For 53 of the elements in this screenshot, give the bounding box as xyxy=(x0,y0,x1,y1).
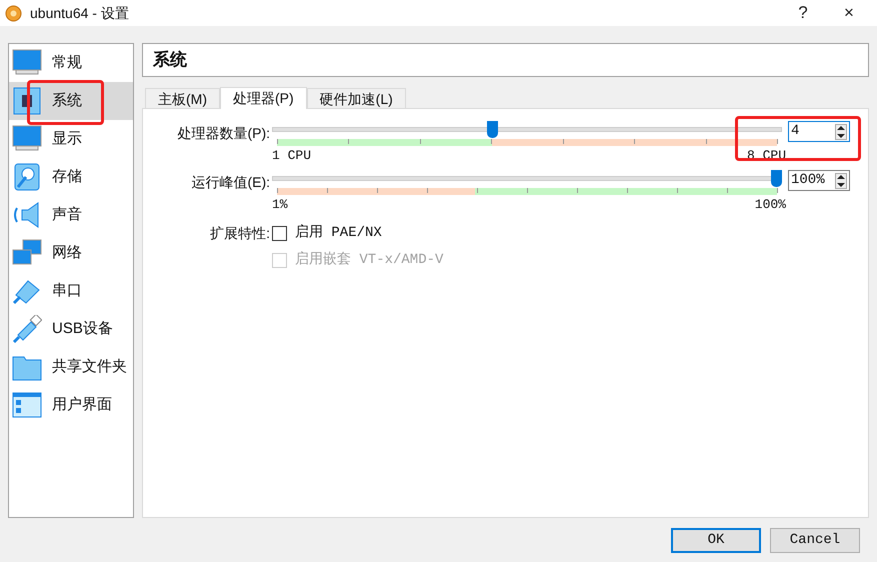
spin-value: 4 xyxy=(791,122,800,141)
spin-arrows-icon xyxy=(835,124,847,140)
tab[interactable]: 处理器(P) xyxy=(220,87,307,109)
spin-arrows-icon xyxy=(835,172,847,188)
section-title: 系统 xyxy=(153,49,187,72)
sidebar-label: 用户界面 xyxy=(52,394,112,415)
sidebar-label: 存储 xyxy=(52,166,82,187)
slider-track[interactable] xyxy=(272,170,782,187)
sidebar-label: USB设备 xyxy=(52,318,113,339)
sidebar-item[interactable]: 存储 xyxy=(9,158,133,196)
sidebar-item[interactable]: 用户界面 xyxy=(9,386,133,424)
sidebar-label: 显示 xyxy=(52,128,82,149)
network-icon xyxy=(12,239,42,267)
sidebar-item[interactable]: 网络 xyxy=(9,234,133,272)
sidebar-label: 网络 xyxy=(52,242,82,263)
sidebar-item[interactable]: 系统 xyxy=(9,82,133,120)
sidebar-label: 系统 xyxy=(52,90,82,111)
spin-box[interactable]: 4 xyxy=(788,121,850,142)
window-icon xyxy=(12,391,42,419)
window-title: ubuntu64 - 设置 xyxy=(30,4,129,22)
spin-box[interactable]: 100% xyxy=(788,170,850,191)
monitor-icon xyxy=(12,49,42,77)
monitor-icon xyxy=(12,125,42,153)
sidebar-label: 共享文件夹 xyxy=(52,356,127,377)
sidebar-item[interactable]: 常规 xyxy=(9,44,133,82)
slider-label: 处理器数量(P): xyxy=(176,124,270,143)
close-button[interactable]: × xyxy=(826,0,872,26)
slider-thumb[interactable] xyxy=(486,121,498,138)
ok-button[interactable]: OK xyxy=(671,528,761,553)
checkbox-option[interactable]: 启用 PAE/NX xyxy=(272,223,444,244)
spin-value: 100% xyxy=(791,171,825,190)
sidebar-label: 声音 xyxy=(52,204,82,225)
max-label: 100% xyxy=(754,197,786,213)
sidebar-item[interactable]: 显示 xyxy=(9,120,133,158)
sidebar-item[interactable]: 串口 xyxy=(9,272,133,310)
extended-label: 扩展特性: xyxy=(209,224,270,243)
min-label: 1 CPU xyxy=(272,148,312,164)
sidebar-item[interactable]: USB设备 xyxy=(9,310,133,348)
sidebar-label: 串口 xyxy=(52,280,82,301)
slider-label: 运行峰值(E): xyxy=(190,173,270,192)
usb-icon xyxy=(12,315,42,343)
min-label: 1% xyxy=(272,197,288,213)
slider-thumb[interactable] xyxy=(771,170,782,187)
sidebar-item[interactable]: 声音 xyxy=(9,196,133,234)
gear-icon xyxy=(5,4,22,22)
checkbox[interactable] xyxy=(272,226,287,241)
sidebar-item[interactable]: 共享文件夹 xyxy=(9,348,133,386)
slider-track[interactable] xyxy=(272,121,782,138)
help-button[interactable]: ? xyxy=(780,0,826,26)
sidebar-label: 常规 xyxy=(52,52,82,73)
tab[interactable]: 主板(M) xyxy=(145,88,220,108)
cancel-button[interactable]: Cancel xyxy=(770,528,860,553)
tab[interactable]: 硬件加速(L) xyxy=(306,88,406,108)
